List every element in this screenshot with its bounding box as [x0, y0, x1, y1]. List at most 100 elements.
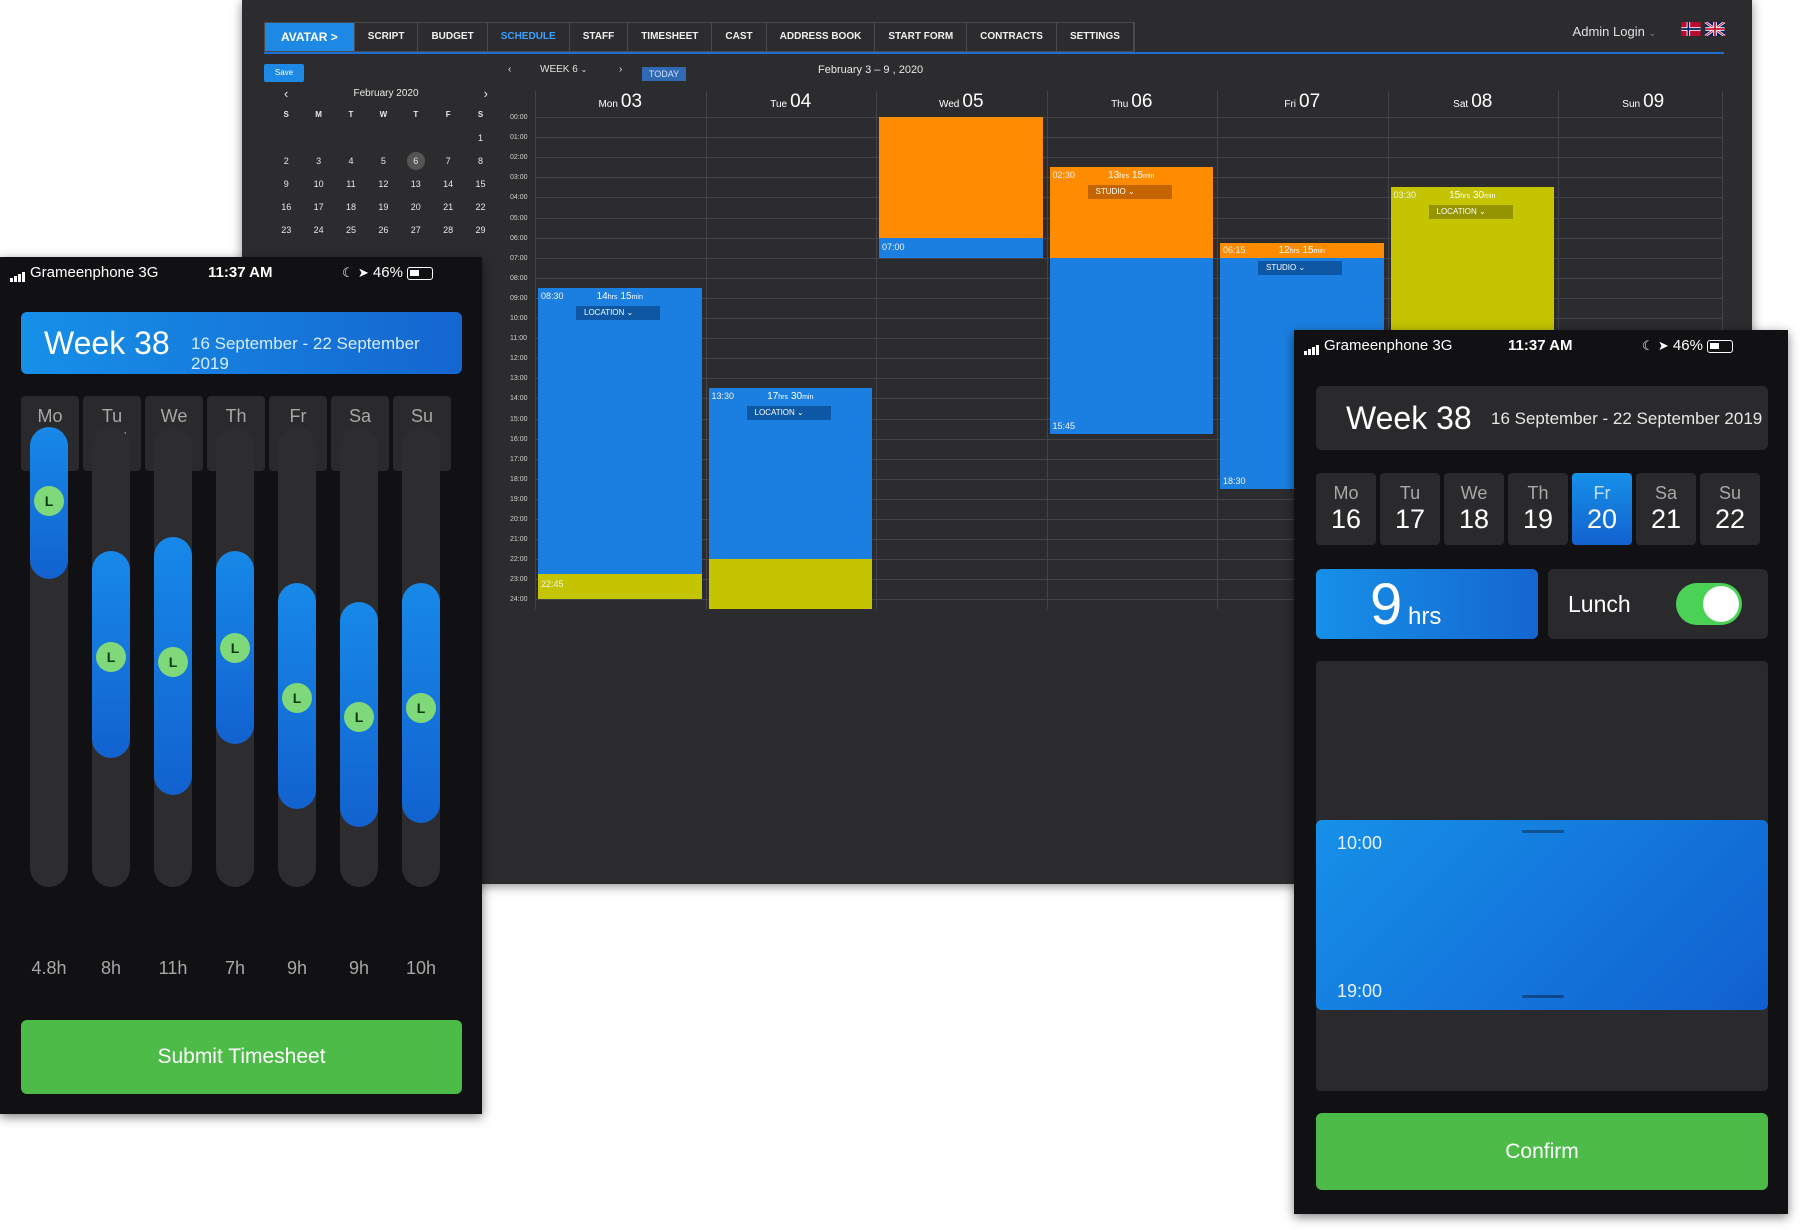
duration-hours: 12: [1278, 244, 1290, 256]
save-button[interactable]: Save: [264, 64, 304, 82]
hours-total-card: 9 hrs: [1316, 569, 1538, 639]
call-type-select[interactable]: LOCATION ⌄: [1428, 205, 1513, 220]
day-sa[interactable]: Sa21: [1636, 473, 1696, 545]
battery-indicator: ☾ ➤ 46%: [1642, 337, 1733, 354]
language-switcher[interactable]: [1680, 22, 1726, 36]
calendar-day[interactable]: 18: [335, 198, 367, 216]
day-number: 07: [1299, 91, 1321, 112]
shift-block-thu[interactable]: 02:30 13hrs 15min STUDIO ⌄: [1049, 167, 1213, 258]
day-su[interactable]: Su22: [1700, 473, 1760, 545]
calendar-day: [302, 129, 334, 147]
lunch-marker[interactable]: L: [344, 701, 374, 732]
calendar-day[interactable]: 22: [464, 198, 496, 216]
tab-address-book[interactable]: ADDRESS BOOK: [767, 23, 876, 51]
calendar-day[interactable]: 7: [432, 152, 464, 170]
calendar-day[interactable]: 6: [406, 152, 425, 170]
today-button[interactable]: TODAY: [642, 67, 686, 81]
shift-block-fri[interactable]: 06:15 12hrs 15min: [1220, 242, 1384, 258]
chevron-down-icon: ⌄: [580, 65, 588, 74]
shift-block-wed[interactable]: [879, 117, 1043, 238]
day-mo[interactable]: Mo16: [1316, 473, 1376, 545]
tab-cast[interactable]: CAST: [712, 23, 767, 51]
tab-budget[interactable]: BUDGET: [418, 23, 488, 51]
shift-end-time: 18:30: [1223, 475, 1246, 486]
calendar-day[interactable]: 12: [367, 175, 399, 193]
call-type-select[interactable]: LOCATION ⌄: [576, 305, 660, 320]
duration-minutes: 15: [620, 290, 632, 302]
lunch-marker[interactable]: L: [96, 642, 126, 672]
prev-week-icon[interactable]: ‹: [508, 64, 511, 75]
calendar-day[interactable]: 29: [464, 221, 496, 239]
tab-schedule[interactable]: SCHEDULE: [488, 23, 570, 51]
calendar-day[interactable]: 5: [367, 152, 399, 170]
slot-top-handle[interactable]: [1522, 830, 1564, 833]
calendar-day[interactable]: 26: [367, 221, 399, 239]
calendar-day[interactable]: 20: [400, 198, 432, 216]
hrs-unit: hrs: [1289, 247, 1300, 255]
day-strip: Mo16Tu17We18Th19Fr20Sa21Su22: [1316, 473, 1760, 545]
call-type-select[interactable]: LOCATION ⌄: [746, 406, 831, 421]
duration-hours: 15: [1449, 190, 1461, 202]
calendar-day[interactable]: 16: [270, 198, 302, 216]
calendar-day[interactable]: 10: [302, 175, 334, 193]
calendar-day[interactable]: 19: [367, 198, 399, 216]
calendar-day[interactable]: 2: [270, 152, 302, 170]
shift-block-tue[interactable]: 13:30 17hrs 30min LOCATION ⌄: [708, 388, 872, 560]
next-week-icon[interactable]: ›: [619, 64, 622, 75]
calendar-day[interactable]: 8: [464, 152, 496, 170]
day-th[interactable]: Th19: [1508, 473, 1568, 545]
submit-timesheet-button[interactable]: Submit Timesheet: [21, 1020, 462, 1094]
calendar-day[interactable]: 3: [302, 152, 334, 170]
day-name: Wed: [938, 99, 960, 110]
chevron-left-icon[interactable]: ‹: [284, 86, 288, 101]
calendar-day[interactable]: 14: [432, 175, 464, 193]
lunch-toggle[interactable]: [1676, 583, 1742, 625]
call-type-select[interactable]: STUDIO ⌄: [1087, 185, 1172, 200]
calendar-day[interactable]: 24: [302, 221, 334, 239]
calendar-day[interactable]: 13: [400, 175, 432, 193]
weekday-header: T: [348, 110, 354, 119]
tab-script[interactable]: SCRIPT: [355, 23, 419, 51]
calendar-day[interactable]: 9: [270, 175, 302, 193]
mini-calendar-title: February 2020: [353, 87, 419, 99]
day-number: 03: [620, 91, 643, 112]
calendar-day[interactable]: 27: [400, 221, 432, 239]
calendar-day[interactable]: 25: [335, 221, 367, 239]
calendar-day[interactable]: 17: [302, 198, 334, 216]
day-name: Fr: [1593, 483, 1611, 503]
shift-block-mon[interactable]: 08:30 14hrs 15min LOCATION ⌄: [538, 287, 702, 575]
day-tu[interactable]: Tu17: [1380, 473, 1440, 545]
day-name: Mo: [37, 406, 63, 426]
calendar-day[interactable]: 15: [464, 175, 496, 193]
tab-start-form[interactable]: START FORM: [875, 23, 968, 51]
norway-flag-icon[interactable]: [1680, 22, 1702, 36]
calendar-day[interactable]: 1: [464, 129, 496, 147]
lunch-marker[interactable]: L: [406, 692, 436, 723]
calendar-day[interactable]: 28: [432, 221, 464, 239]
time-slot[interactable]: 10:00 19:00: [1316, 820, 1768, 1010]
lunch-marker[interactable]: L: [220, 632, 250, 663]
call-type-select[interactable]: STUDIO ⌄: [1258, 260, 1342, 275]
calendar-day[interactable]: 23: [270, 221, 302, 239]
calendar-day[interactable]: 21: [432, 198, 464, 216]
tab-staff[interactable]: STAFF: [570, 23, 629, 51]
column-divider: [1046, 91, 1048, 609]
confirm-button[interactable]: Confirm: [1316, 1113, 1768, 1190]
day-we[interactable]: We18: [1444, 473, 1504, 545]
chevron-right-icon[interactable]: ›: [484, 86, 488, 101]
lunch-marker[interactable]: L: [158, 646, 188, 677]
tab-settings[interactable]: SETTINGS: [1057, 23, 1134, 51]
hour-label: 04:00: [510, 194, 528, 202]
week-banner: Week 38 16 September - 22 September 2019: [1316, 386, 1768, 450]
project-menu-button[interactable]: AVATAR >: [265, 23, 355, 51]
uk-flag-icon[interactable]: [1704, 22, 1726, 36]
slot-bottom-handle[interactable]: [1522, 995, 1564, 998]
tab-contracts[interactable]: CONTRACTS: [967, 23, 1057, 51]
week-selector[interactable]: WEEK 6 ⌄: [540, 64, 587, 75]
day-fr[interactable]: Fr20: [1572, 473, 1632, 545]
calendar-day[interactable]: 11: [335, 175, 367, 193]
admin-login-menu[interactable]: Admin Login ⌄: [1573, 24, 1656, 39]
lunch-marker[interactable]: L: [34, 485, 64, 516]
calendar-day[interactable]: 4: [335, 152, 367, 170]
tab-timesheet[interactable]: TIMESHEET: [628, 23, 713, 51]
